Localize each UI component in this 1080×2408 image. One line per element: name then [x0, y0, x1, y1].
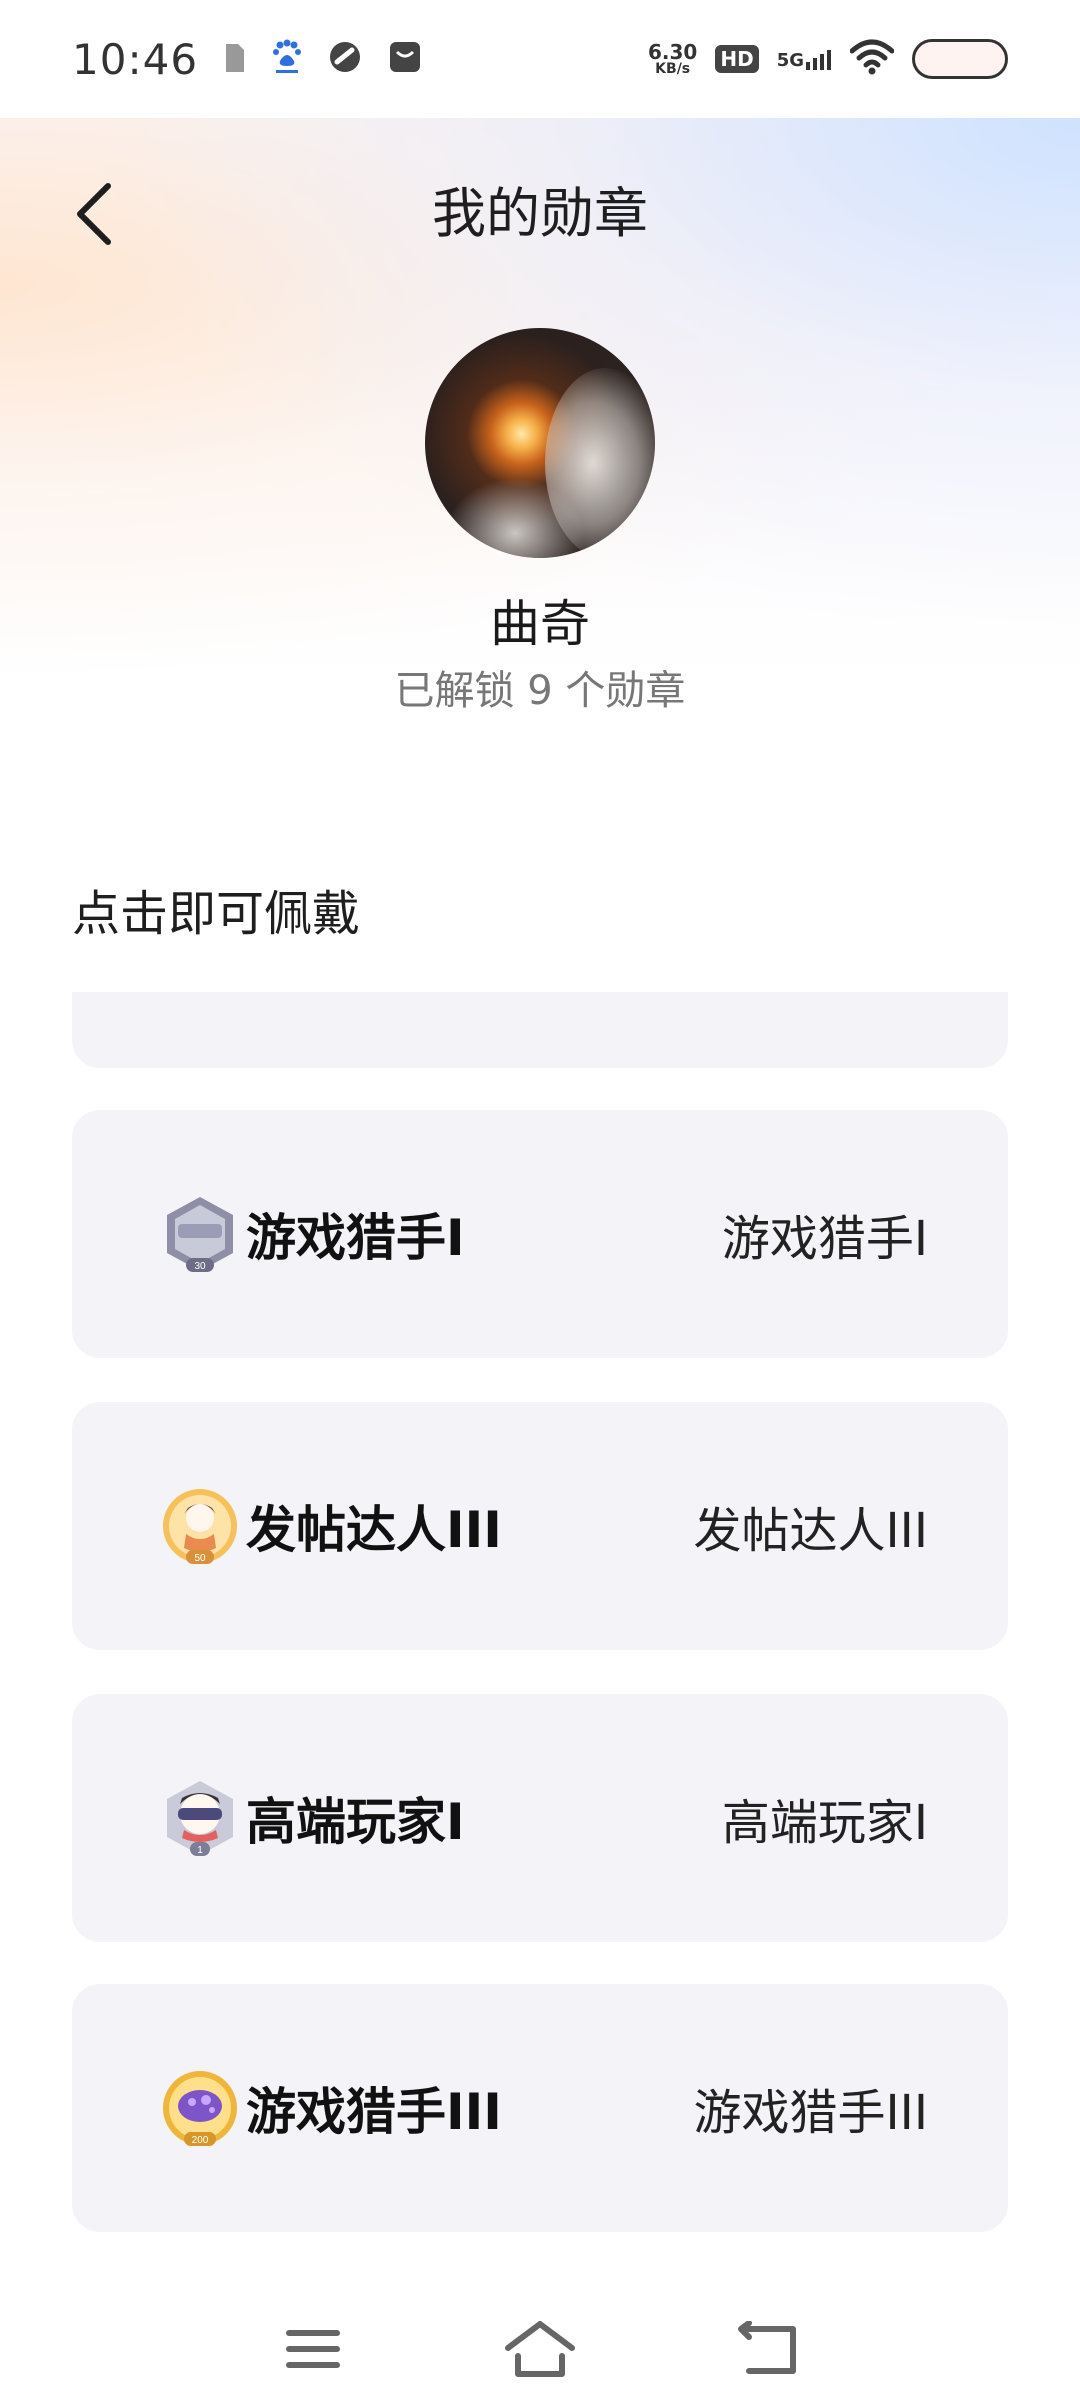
hexagon-level-30-badge-icon: 30 [160, 1194, 240, 1274]
status-right-icons: 6.30 KB/s HD 5G [648, 39, 1008, 79]
sim-icon [224, 40, 246, 78]
network-speed: 6.30 KB/s [648, 42, 697, 76]
user-name: 曲奇 [490, 595, 590, 653]
link-app-icon [328, 40, 362, 78]
home-icon [504, 2321, 575, 2377]
baidu-paw-icon [272, 39, 302, 79]
badge-level-label: 50 [194, 1553, 206, 1564]
menu-icon [286, 2330, 341, 2368]
network-speed-unit: KB/s [655, 61, 691, 77]
section-title: 点击即可佩戴 [72, 886, 361, 942]
status-time: 10:46 [72, 34, 199, 84]
5g-signal-icon: 5G [777, 48, 832, 70]
unlocked-badge-count: 已解锁 9 个勋章 [394, 668, 686, 714]
back-icon [737, 2321, 796, 2374]
menu-button[interactable] [268, 2304, 358, 2394]
badge-card-partial[interactable] [72, 992, 1008, 1068]
badge-description: 游戏猎手I [721, 1211, 928, 1267]
badge-level-label: 30 [194, 1261, 206, 1272]
page-title: 我的勋章 [432, 182, 648, 245]
badge-card[interactable]: 50 发帖达人III 发帖达人III [72, 1402, 1008, 1650]
gold-level-200-badge-icon: 200 [160, 2068, 240, 2148]
back-nav-button[interactable] [722, 2304, 812, 2394]
badge-level-label: 1 [197, 1845, 203, 1856]
badge-description: 游戏猎手III [693, 2085, 928, 2141]
network-speed-value: 6.30 [647, 40, 698, 64]
vr-character-level-1-badge-icon: 1 [160, 1778, 240, 1858]
badge-card[interactable]: 200 游戏猎手III 游戏猎手III [72, 1984, 1008, 2232]
battery-icon [912, 39, 1008, 79]
badge-name: 高端玩家I [246, 1793, 465, 1851]
message-box-icon [388, 40, 422, 78]
status-left-icons [224, 39, 422, 79]
status-bar: 10:46 6.30 KB/s HD 5G [0, 0, 1080, 118]
badge-name: 发帖达人III [246, 1501, 502, 1559]
hd-icon: HD [715, 45, 759, 73]
character-level-50-badge-icon: 50 [160, 1486, 240, 1566]
wifi-icon [849, 39, 895, 79]
signal-5g-label: 5G [776, 50, 804, 71]
avatar [425, 328, 655, 558]
badge-description: 发帖达人III [693, 1503, 928, 1559]
badge-card[interactable]: 1 高端玩家I 高端玩家I [72, 1694, 1008, 1942]
badge-card[interactable]: 30 游戏猎手I 游戏猎手I [72, 1110, 1008, 1358]
home-button[interactable] [495, 2304, 585, 2394]
system-nav-bar [0, 2290, 1080, 2408]
badge-level-label: 200 [192, 2135, 209, 2146]
badge-name: 游戏猎手I [246, 1209, 465, 1267]
badge-name: 游戏猎手III [246, 2083, 502, 2141]
badge-description: 高端玩家I [721, 1795, 928, 1851]
